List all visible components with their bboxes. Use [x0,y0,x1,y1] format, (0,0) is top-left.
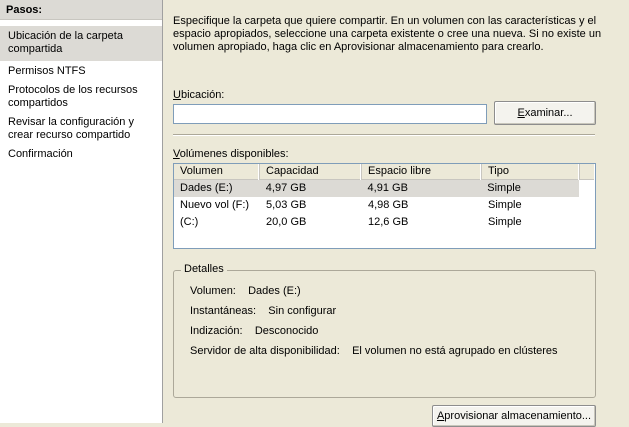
volume-type-cell: Simple [488,216,522,228]
detail-ha-key: Servidor de alta disponibilidad: [190,345,340,357]
separator [173,134,595,136]
detail-snapshots-value: Sin configurar [268,305,337,317]
volume-name-cell: (C:) [180,216,199,228]
browse-button-accesskey: E [517,107,525,119]
instructions-text: Especifique la carpeta que quiere compar… [173,15,602,53]
volume-row[interactable]: (C:) 20,0 GB 12,6 GB Simple [174,214,595,231]
volume-name-cell: Nuevo vol (F:) [180,199,250,211]
detail-high-availability: Servidor de alta disponibilidad: El volu… [190,345,558,357]
detail-indexing-value: Desconocido [254,325,319,337]
volume-free-cell: 4,98 GB [368,199,409,211]
location-label: Ubicación: [173,89,224,101]
volumes-label-text: olúmenes disponibles: [179,148,289,160]
detail-volume: Volumen: Dades (E:) [190,285,301,297]
step-confirmation[interactable]: Confirmación [0,146,162,165]
steps-panel: Pasos: Ubicación de la carpeta compartid… [0,0,163,423]
volume-name-cell: Dades (E:) [180,182,233,194]
detail-volume-key: Volumen: [190,285,236,297]
volume-capacity-cell: 20,0 GB [266,216,307,228]
details-groupbox: Detalles Volumen: Dades (E:) Instantánea… [173,263,596,398]
step-ntfs-permissions[interactable]: Permisos NTFS [0,63,162,82]
column-header-volume[interactable]: Volumen [174,164,260,180]
column-header-capacity[interactable]: Capacidad [260,164,362,180]
location-label-accesskey: U [173,89,181,101]
column-header-filler [580,164,595,180]
detail-indexing: Indización: Desconocido [190,325,318,337]
detail-snapshots: Instantáneas: Sin configurar [190,305,336,317]
browse-button[interactable]: Examinar... [494,101,596,125]
volume-free-cell: 4,91 GB [367,182,408,194]
wizard-content: Especifique la carpeta que quiere compar… [164,0,629,423]
steps-header: Pasos: [0,0,162,20]
volume-type-cell: Simple [487,182,521,194]
volumes-list-headers: Volumen Capacidad Espacio libre Tipo [174,164,595,180]
detail-indexing-key: Indización: [190,325,243,337]
detail-ha-value: El volumen no está agrupado en clústeres [352,345,558,357]
volumes-list[interactable]: Volumen Capacidad Espacio libre Tipo Dad… [173,163,596,249]
volume-row-selected[interactable]: Dades (E:) 4,97 GB 4,91 GB Simple [174,180,579,197]
provision-button-text: provisionar almacenamiento... [444,410,592,422]
detail-snapshots-key: Instantáneas: [190,305,257,317]
location-input[interactable] [173,104,487,124]
volumes-label-accesskey: V [173,148,180,160]
volume-capacity-cell: 4,97 GB [265,182,307,194]
volume-capacity-cell: 5,03 GB [266,199,307,211]
step-share-protocols[interactable]: Protocolos de los recursos compartidos [0,82,162,114]
volume-row[interactable]: Nuevo vol (F:) 5,03 GB 4,98 GB Simple [174,197,595,214]
browse-button-text: xaminar... [524,107,573,119]
step-review-create[interactable]: Revisar la configuración y crear recurso… [0,114,162,146]
volume-type-cell: Simple [488,199,522,211]
location-label-text: bicación: [180,89,225,101]
column-header-type[interactable]: Tipo [482,164,580,180]
column-header-free-space[interactable]: Espacio libre [362,164,482,180]
details-legend: Detalles [181,263,227,275]
volume-free-cell: 12,6 GB [368,216,409,228]
detail-volume-value: Dades (E:) [248,285,301,297]
step-folder-location[interactable]: Ubicación de la carpeta compartida [0,26,162,61]
provision-storage-button[interactable]: Aprovisionar almacenamiento... [432,405,596,427]
volumes-label: Volúmenes disponibles: [173,148,289,160]
